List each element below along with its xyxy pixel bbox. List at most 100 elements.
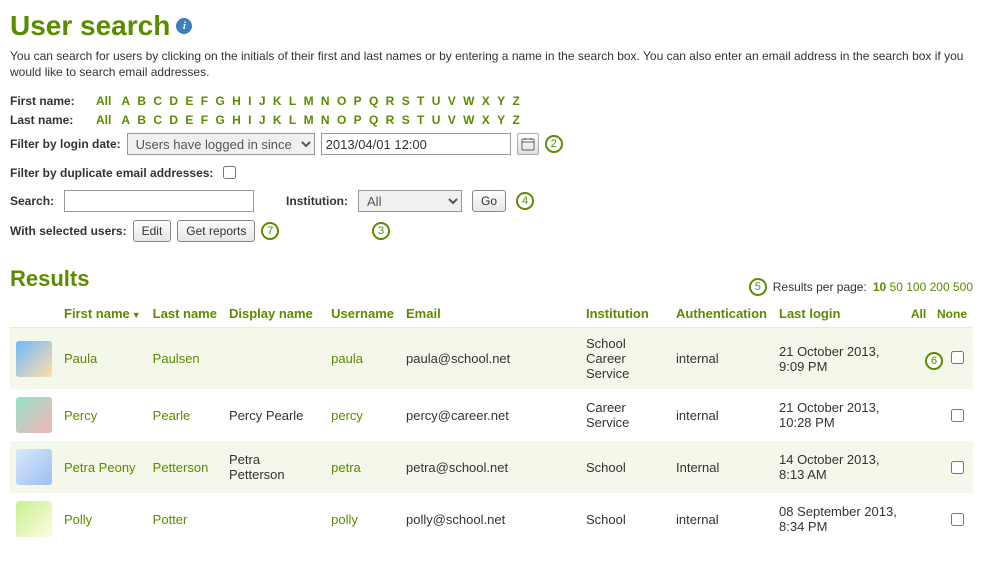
col-email[interactable]: Email — [400, 300, 580, 328]
first-name-link[interactable]: Paula — [64, 351, 97, 366]
last-name-letter-k[interactable]: K — [271, 113, 284, 127]
last-name-letter-t[interactable]: T — [415, 113, 426, 127]
last-name-link[interactable]: Petterson — [153, 460, 209, 475]
first-name-letter-g[interactable]: G — [213, 94, 226, 108]
username-link[interactable]: paula — [331, 351, 363, 366]
row-select-checkbox[interactable] — [951, 409, 964, 422]
select-none-link[interactable]: None — [937, 307, 967, 321]
last-name-letter-r[interactable]: R — [384, 113, 397, 127]
username-link[interactable]: petra — [331, 460, 361, 475]
col-username[interactable]: Username — [325, 300, 400, 328]
select-all-link[interactable]: All — [911, 307, 926, 321]
first-name-letter-h[interactable]: H — [230, 94, 243, 108]
first-name-letter-m[interactable]: M — [302, 94, 316, 108]
first-name-letter-u[interactable]: U — [430, 94, 443, 108]
rpp-option-100[interactable]: 100 — [906, 280, 926, 294]
first-name-link[interactable]: Petra Peony — [64, 460, 136, 475]
last-name-letter-x[interactable]: X — [480, 113, 492, 127]
col-first-name[interactable]: First name▼ — [58, 300, 147, 328]
col-last-login[interactable]: Last login — [773, 300, 903, 328]
first-name-letter-s[interactable]: S — [400, 94, 412, 108]
avatar[interactable] — [16, 501, 52, 537]
last-name-letter-u[interactable]: U — [430, 113, 443, 127]
last-name-letter-o[interactable]: O — [335, 113, 348, 127]
first-name-letter-p[interactable]: P — [352, 94, 364, 108]
row-select-checkbox[interactable] — [951, 351, 964, 364]
first-name-letter-w[interactable]: W — [461, 94, 476, 108]
last-name-letter-h[interactable]: H — [230, 113, 243, 127]
first-name-letter-f[interactable]: F — [199, 94, 210, 108]
last-name-letter-l[interactable]: L — [287, 113, 298, 127]
last-name-letter-w[interactable]: W — [461, 113, 476, 127]
first-name-letter-j[interactable]: J — [257, 94, 268, 108]
calendar-icon[interactable] — [517, 133, 539, 155]
row-select-checkbox[interactable] — [951, 461, 964, 474]
last-name-letter-p[interactable]: P — [352, 113, 364, 127]
first-name-link[interactable]: Percy — [64, 408, 97, 423]
last-name-letter-f[interactable]: F — [199, 113, 210, 127]
last-name-letter-z[interactable]: Z — [511, 113, 522, 127]
last-name-letter-j[interactable]: J — [257, 113, 268, 127]
first-name-letter-q[interactable]: Q — [367, 94, 380, 108]
last-name-link[interactable]: Pearle — [153, 408, 191, 423]
last-name-link[interactable]: Potter — [153, 512, 188, 527]
first-name-letter-z[interactable]: Z — [511, 94, 522, 108]
get-reports-button[interactable]: Get reports — [177, 220, 255, 242]
first-name-link[interactable]: Polly — [64, 512, 92, 527]
first-name-letter-x[interactable]: X — [480, 94, 492, 108]
last-name-letter-d[interactable]: D — [167, 113, 180, 127]
last-name-letter-s[interactable]: S — [400, 113, 412, 127]
rpp-option-50[interactable]: 50 — [890, 280, 903, 294]
avatar[interactable] — [16, 341, 52, 377]
login-date-input[interactable] — [321, 133, 511, 155]
first-name-letter-k[interactable]: K — [271, 94, 284, 108]
first-name-letter-l[interactable]: L — [287, 94, 298, 108]
last-name-letter-g[interactable]: G — [213, 113, 226, 127]
col-institution[interactable]: Institution — [580, 300, 670, 328]
last-name-letter-m[interactable]: M — [302, 113, 316, 127]
go-button[interactable]: Go — [472, 190, 506, 212]
first-name-letter-t[interactable]: T — [415, 94, 426, 108]
row-select-checkbox[interactable] — [951, 513, 964, 526]
col-authentication[interactable]: Authentication — [670, 300, 773, 328]
first-name-letter-r[interactable]: R — [384, 94, 397, 108]
avatar[interactable] — [16, 449, 52, 485]
info-icon[interactable]: i — [176, 18, 192, 34]
rpp-option-10[interactable]: 10 — [873, 280, 886, 294]
first-name-letter-d[interactable]: D — [167, 94, 180, 108]
first-name-letter-o[interactable]: O — [335, 94, 348, 108]
search-input[interactable] — [64, 190, 254, 212]
username-link[interactable]: polly — [331, 512, 358, 527]
username-link[interactable]: percy — [331, 408, 363, 423]
last-name-letter-v[interactable]: V — [446, 113, 458, 127]
last-name-letter-e[interactable]: E — [183, 113, 195, 127]
last-name-link[interactable]: Paulsen — [153, 351, 200, 366]
first-name-letter-v[interactable]: V — [446, 94, 458, 108]
rpp-option-500[interactable]: 500 — [953, 280, 973, 294]
first-name-letter-a[interactable]: A — [119, 94, 132, 108]
first-name-letter-e[interactable]: E — [183, 94, 195, 108]
first-name-letter-n[interactable]: N — [319, 94, 332, 108]
dup-email-checkbox[interactable] — [223, 166, 236, 179]
last-name-letter-a[interactable]: A — [119, 113, 132, 127]
last-name-letter-q[interactable]: Q — [367, 113, 380, 127]
col-last-name[interactable]: Last name — [147, 300, 223, 328]
first-name-letter-c[interactable]: C — [151, 94, 164, 108]
last-name-letter-c[interactable]: C — [151, 113, 164, 127]
first-name-letter-y[interactable]: Y — [495, 94, 507, 108]
last-name-letter-i[interactable]: I — [246, 113, 253, 127]
last-name-all[interactable]: All — [94, 113, 113, 127]
last-name-letter-b[interactable]: B — [135, 113, 148, 127]
first-name-letter-i[interactable]: I — [246, 94, 253, 108]
col-display-name[interactable]: Display name — [223, 300, 325, 328]
last-name-letter-y[interactable]: Y — [495, 113, 507, 127]
first-name-all[interactable]: All — [94, 94, 113, 108]
first-name-letter-b[interactable]: B — [135, 94, 148, 108]
institution-select[interactable]: All — [358, 190, 462, 212]
annotation-5: 5 — [749, 278, 767, 296]
last-name-letter-n[interactable]: N — [319, 113, 332, 127]
edit-button[interactable]: Edit — [133, 220, 172, 242]
login-date-select[interactable]: Users have logged in since — [127, 133, 315, 155]
rpp-option-200[interactable]: 200 — [930, 280, 950, 294]
avatar[interactable] — [16, 397, 52, 433]
